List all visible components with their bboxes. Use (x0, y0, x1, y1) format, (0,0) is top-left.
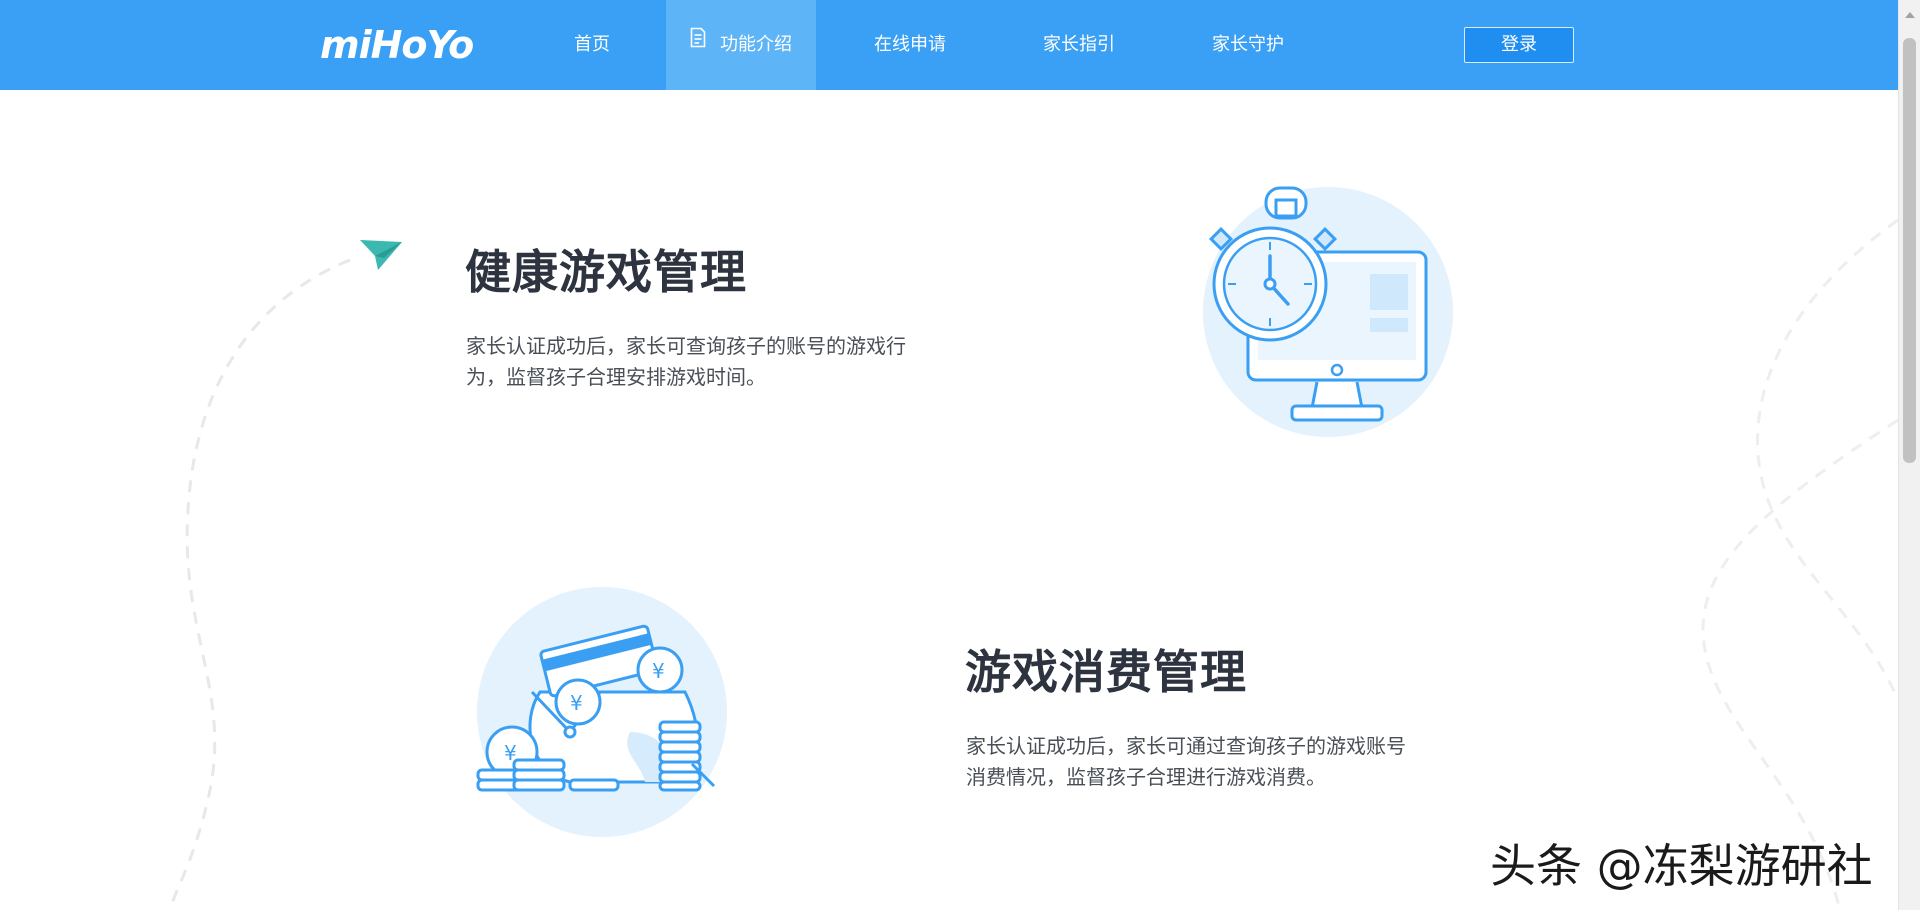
nav-item-features[interactable]: 功能介绍 (666, 0, 816, 90)
mihoyo-logo[interactable]: miHoYo (320, 22, 474, 68)
page-scrollbar[interactable] (1898, 0, 1920, 910)
login-button[interactable]: 登录 (1464, 27, 1574, 63)
nav-item-label: 在线申请 (874, 34, 946, 55)
nav-item-label: 家长守护 (1212, 34, 1284, 55)
nav-item-apply-online[interactable]: 在线申请 (848, 0, 972, 90)
svg-text:¥: ¥ (570, 691, 583, 715)
section-desc-spending: 家长认证成功后，家长可通过查询孩子的游戏账号 消费情况，监督孩子合理进行游戏消费… (966, 731, 1406, 793)
paper-plane-icon (360, 240, 402, 270)
nav-item-label: 家长指引 (1043, 34, 1115, 55)
scrollbar-thumb[interactable] (1903, 38, 1916, 463)
toutiao-watermark: 头条 @冻梨游研社 (1490, 839, 1873, 893)
svg-text:¥: ¥ (652, 659, 665, 683)
top-nav-bar: miHoYo 首页 功能介绍 在线申请 家长指引 家长守护 登录 (0, 0, 1898, 90)
nav-item-home[interactable]: 首页 (530, 0, 654, 90)
desc-line: 消费情况，监督孩子合理进行游戏消费。 (966, 765, 1326, 789)
desc-line: 为，监督孩子合理安排游戏时间。 (466, 365, 766, 389)
section-title-spending: 游戏消费管理 (965, 645, 1247, 699)
desc-line: 家长认证成功后，家长可查询孩子的账号的游戏行 (466, 334, 906, 358)
nav-item-parent-guide[interactable]: 家长指引 (1017, 0, 1141, 90)
nav-item-label: 功能介绍 (720, 34, 792, 55)
document-icon (690, 0, 706, 88)
nav-item-parent-guard[interactable]: 家长守护 (1186, 0, 1310, 90)
section-desc-healthy-gaming: 家长认证成功后，家长可查询孩子的账号的游戏行 为，监督孩子合理安排游戏时间。 (466, 331, 906, 393)
wallet-coins-illustration: ¥ ¥ ¥ (476, 587, 727, 837)
nav-item-label: 首页 (574, 34, 610, 55)
scroll-up-arrow-icon[interactable] (1905, 12, 1915, 18)
stopwatch-monitor-illustration (1203, 186, 1453, 437)
dashed-curve-decoration (168, 218, 1898, 910)
section-title-healthy-gaming: 健康游戏管理 (465, 245, 747, 299)
desc-line: 家长认证成功后，家长可通过查询孩子的游戏账号 (966, 734, 1406, 758)
